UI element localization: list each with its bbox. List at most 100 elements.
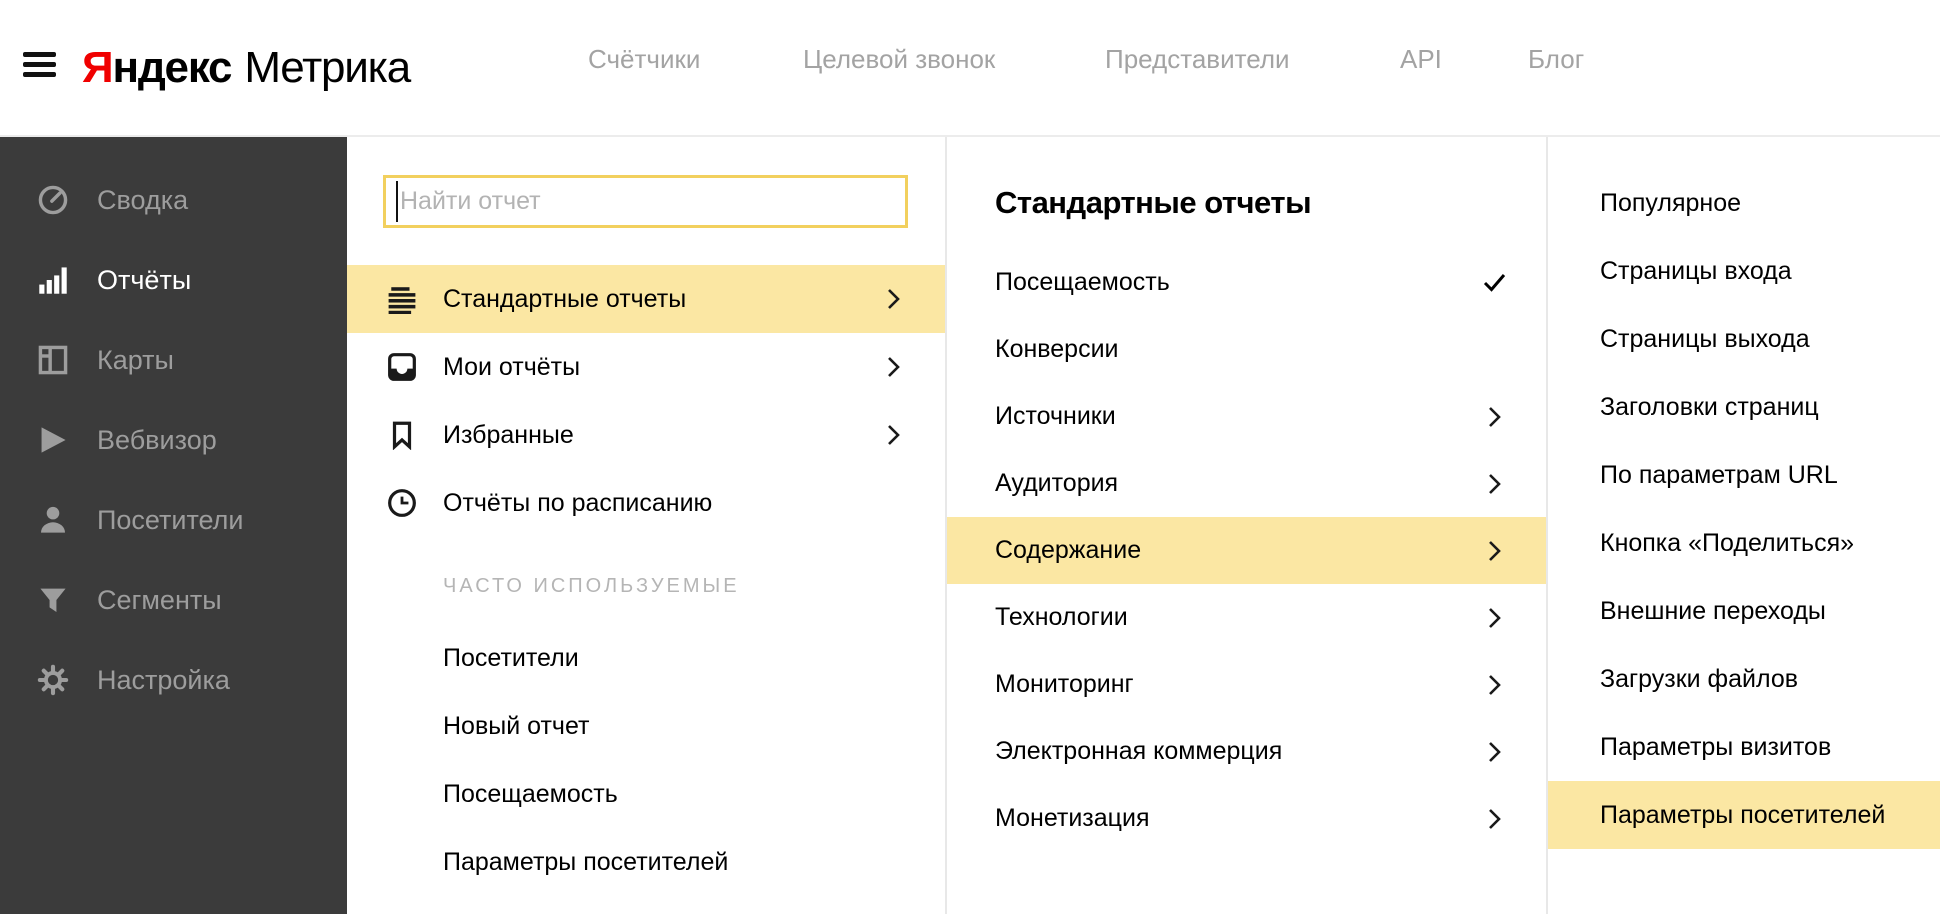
standard-reports-panel: Стандартные отчеты Посещаемость Конверси… bbox=[947, 137, 1548, 914]
nav-link-counters[interactable]: Счётчики bbox=[588, 44, 700, 75]
sidebar-item-label: Посетители bbox=[97, 504, 244, 535]
report-item-sources[interactable]: Источники bbox=[947, 383, 1546, 450]
report-item-monitoring[interactable]: Мониторинг bbox=[947, 651, 1546, 718]
menu-item-label: Страницы выхода bbox=[1600, 324, 1810, 353]
main-sidebar: Сводка Отчёты Карты Вебвизор Посетители bbox=[0, 137, 347, 914]
menu-item-label: Новый отчет bbox=[443, 711, 590, 740]
sidebar-item-label: Карты bbox=[97, 344, 174, 375]
menu-item-label: Электронная коммерция bbox=[995, 737, 1283, 765]
frequent-item-traffic[interactable]: Посещаемость bbox=[347, 760, 945, 828]
gear-icon bbox=[35, 662, 71, 698]
bar-chart-icon bbox=[35, 262, 71, 298]
submenu-item-external-links[interactable]: Внешние переходы bbox=[1548, 577, 1940, 645]
report-search-input[interactable] bbox=[386, 178, 905, 225]
sidebar-item-label: Сегменты bbox=[97, 584, 222, 615]
menu-item-label: Заголовки страниц bbox=[1600, 392, 1819, 421]
menu-item-label: Страницы входа bbox=[1600, 256, 1792, 285]
menu-item-label: По параметрам URL bbox=[1600, 460, 1838, 489]
sidebar-item-label: Отчёты bbox=[97, 264, 192, 295]
sidebar-item-segments[interactable]: Сегменты bbox=[0, 566, 347, 634]
yandex-metrika-logo[interactable]: Я ндекс Метрика bbox=[82, 38, 411, 98]
chevron-right-icon bbox=[887, 288, 901, 310]
menu-item-label: Популярное bbox=[1600, 188, 1742, 217]
nav-link-api[interactable]: API bbox=[1400, 44, 1442, 75]
submenu-item-file-downloads[interactable]: Загрузки файлов bbox=[1548, 645, 1940, 713]
submenu-item-popular[interactable]: Популярное bbox=[1548, 169, 1940, 237]
report-search-box bbox=[383, 175, 908, 228]
menu-item-label: Избранные bbox=[443, 420, 574, 449]
report-item-traffic[interactable]: Посещаемость bbox=[947, 249, 1546, 316]
gauge-icon bbox=[35, 182, 71, 218]
text-cursor bbox=[396, 181, 398, 222]
reports-menu-panel: Стандартные отчеты Мои отчёты Избранные bbox=[347, 137, 947, 914]
menu-item-label: Конверсии bbox=[995, 335, 1119, 363]
logo-letter-ya: Я bbox=[82, 43, 114, 92]
report-item-ecommerce[interactable]: Электронная коммерция bbox=[947, 718, 1546, 785]
menu-item-label: Стандартные отчеты bbox=[443, 284, 687, 313]
submenu-item-visitor-params[interactable]: Параметры посетителей bbox=[1548, 781, 1940, 849]
submenu-item-url-params[interactable]: По параметрам URL bbox=[1548, 441, 1940, 509]
menu-item-label: Технологии bbox=[995, 603, 1128, 631]
menu-item-standard-reports[interactable]: Стандартные отчеты bbox=[347, 265, 945, 333]
sidebar-item-webvisor[interactable]: Вебвизор bbox=[0, 406, 347, 474]
menu-item-label: Параметры визитов bbox=[1600, 732, 1832, 761]
nav-link-representatives[interactable]: Представители bbox=[1105, 44, 1290, 75]
chevron-right-icon bbox=[1488, 540, 1502, 562]
menu-item-label: Источники bbox=[995, 402, 1116, 430]
chevron-right-icon bbox=[1488, 674, 1502, 696]
menu-item-my-reports[interactable]: Мои отчёты bbox=[347, 333, 945, 401]
hamburger-menu-icon[interactable] bbox=[23, 52, 56, 85]
menu-item-label: Параметры посетителей bbox=[443, 847, 729, 876]
menu-item-favorites[interactable]: Избранные bbox=[347, 401, 945, 469]
sidebar-item-maps[interactable]: Карты bbox=[0, 326, 347, 394]
report-item-technologies[interactable]: Технологии bbox=[947, 584, 1546, 651]
submenu-item-share-button[interactable]: Кнопка «Поделиться» bbox=[1548, 509, 1940, 577]
panel-title: Стандартные отчеты bbox=[995, 185, 1312, 220]
chevron-right-icon bbox=[1488, 607, 1502, 629]
chevron-right-icon bbox=[1488, 406, 1502, 428]
menu-item-label: Аудитория bbox=[995, 469, 1119, 497]
nav-link-blog[interactable]: Блог bbox=[1528, 44, 1584, 75]
chevron-right-icon bbox=[887, 424, 901, 446]
sidebar-item-reports[interactable]: Отчёты bbox=[0, 246, 347, 314]
menu-item-label: Мои отчёты bbox=[443, 352, 581, 381]
chevron-right-icon bbox=[1488, 741, 1502, 763]
menu-item-label: Отчёты по расписанию bbox=[443, 488, 713, 517]
frequent-item-visitor-params[interactable]: Параметры посетителей bbox=[347, 828, 945, 896]
menu-item-scheduled-reports[interactable]: Отчёты по расписанию bbox=[347, 469, 945, 537]
funnel-icon bbox=[35, 582, 71, 618]
nav-link-target-call[interactable]: Целевой звонок bbox=[803, 44, 995, 75]
chevron-right-icon bbox=[1488, 473, 1502, 495]
submenu-item-session-params[interactable]: Параметры визитов bbox=[1548, 713, 1940, 781]
menu-item-label: Кнопка «Поделиться» bbox=[1600, 528, 1855, 557]
report-item-audience[interactable]: Аудитория bbox=[947, 450, 1546, 517]
chevron-right-icon bbox=[1488, 808, 1502, 830]
submenu-item-page-titles[interactable]: Заголовки страниц bbox=[1548, 373, 1940, 441]
menu-item-label: Посещаемость bbox=[443, 779, 618, 808]
sidebar-item-settings[interactable]: Настройка bbox=[0, 646, 347, 714]
frequently-used-section-title: ЧАСТО ИСПОЛЬЗУЕМЫЕ bbox=[443, 575, 740, 597]
frequent-item-visitors[interactable]: Посетители bbox=[347, 624, 945, 692]
list-icon bbox=[387, 284, 417, 314]
report-item-monetization[interactable]: Монетизация bbox=[947, 785, 1546, 852]
clock-icon bbox=[387, 488, 417, 518]
report-item-content[interactable]: Содержание bbox=[947, 517, 1546, 584]
menu-item-label: Мониторинг bbox=[995, 670, 1134, 698]
submenu-item-entry-pages[interactable]: Страницы входа bbox=[1548, 237, 1940, 305]
menu-item-label: Содержание bbox=[995, 536, 1142, 564]
app-header: Я ндекс Метрика Счётчики Целевой звонок … bbox=[0, 0, 1940, 137]
submenu-item-exit-pages[interactable]: Страницы выхода bbox=[1548, 305, 1940, 373]
report-item-conversions[interactable]: Конверсии bbox=[947, 316, 1546, 383]
sidebar-item-label: Вебвизор bbox=[97, 424, 217, 455]
menu-item-label: Посещаемость bbox=[995, 268, 1170, 296]
yandex-metrika-reports-screen: Я ндекс Метрика Счётчики Целевой звонок … bbox=[0, 0, 1940, 914]
play-icon bbox=[35, 422, 71, 458]
inbox-icon bbox=[387, 352, 417, 382]
sidebar-item-summary[interactable]: Сводка bbox=[0, 166, 347, 234]
frequent-item-new-report[interactable]: Новый отчет bbox=[347, 692, 945, 760]
person-icon bbox=[35, 502, 71, 538]
sidebar-item-visitors[interactable]: Посетители bbox=[0, 486, 347, 554]
menu-item-label: Внешние переходы bbox=[1600, 596, 1826, 625]
menu-item-label: Посетители bbox=[443, 643, 579, 672]
layout-icon bbox=[35, 342, 71, 378]
